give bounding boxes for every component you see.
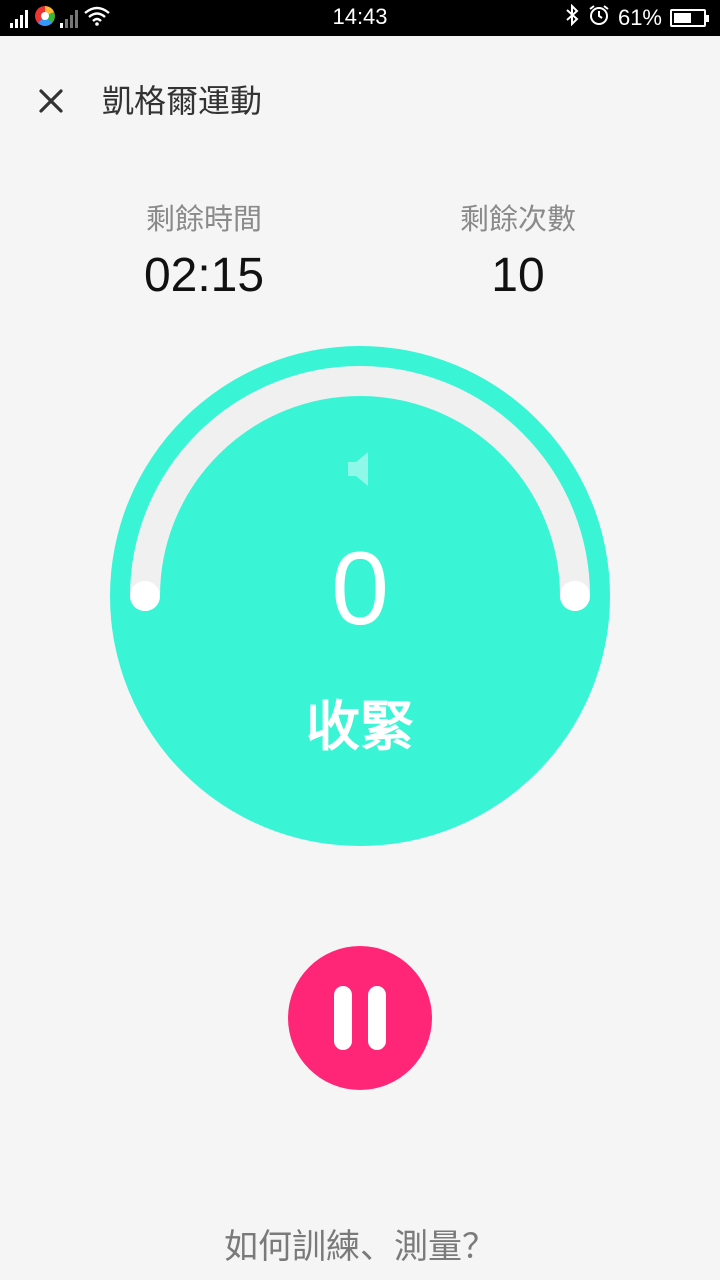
status-bar: 14:43 61% (0, 0, 720, 36)
remaining-count: 剩餘次數 10 (398, 196, 638, 304)
sound-toggle-button[interactable] (342, 446, 378, 492)
how-to-train-link[interactable]: 如何訓練、測量？ (0, 1220, 720, 1274)
bluetooth-icon (564, 3, 580, 32)
battery-level (674, 13, 691, 23)
battery-percent: 61% (617, 5, 662, 30)
remaining-count-value: 10 (491, 249, 545, 302)
speaker-icon (348, 452, 368, 486)
rep-counter: 0 (331, 531, 389, 647)
remaining-time-value: 02:15 (143, 249, 265, 302)
status-right-icons: 61% (564, 3, 709, 32)
remaining-time: 剩餘時間 02:15 (84, 196, 324, 304)
close-icon (39, 89, 63, 113)
page-title: 凱格爾運動 (102, 82, 263, 120)
remaining-count-label: 剩餘次數 (459, 202, 576, 236)
close-button[interactable] (30, 80, 72, 122)
alarm-icon (588, 4, 610, 32)
phase-label: 收緊 (306, 695, 414, 758)
remaining-time-label: 剩餘時間 (145, 202, 262, 236)
battery-icon (670, 9, 709, 27)
pause-button[interactable] (288, 946, 432, 1090)
